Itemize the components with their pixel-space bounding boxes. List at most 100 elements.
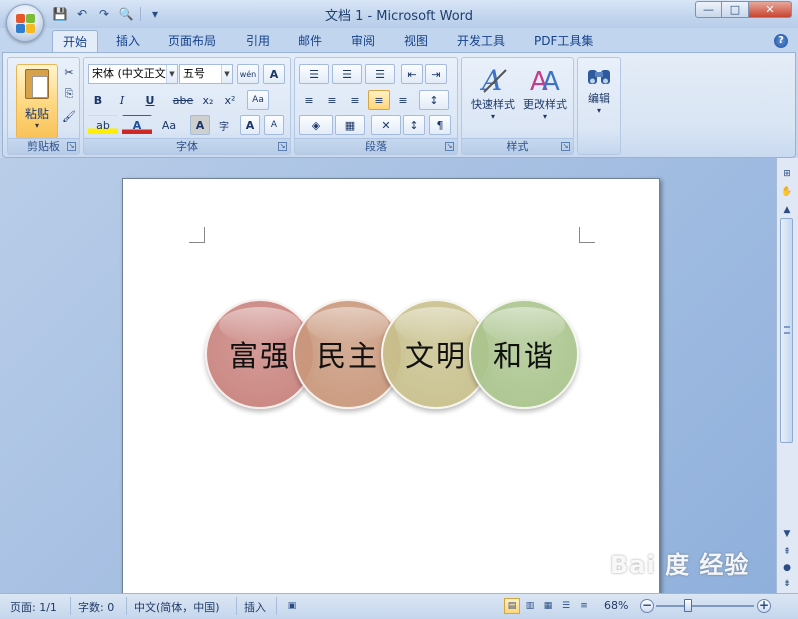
multilevel-list-icon[interactable]: ☰	[365, 64, 395, 84]
scroll-down-icon[interactable]: ▼	[779, 526, 795, 542]
maximize-button[interactable]: □	[722, 1, 749, 18]
chevron-down-icon: ▼	[166, 65, 177, 83]
scrollbar-thumb[interactable]	[780, 218, 793, 443]
full-screen-reading-icon[interactable]: ▥	[522, 598, 538, 614]
justify-icon[interactable]: ≡	[368, 90, 390, 110]
numbering-icon[interactable]: ☰	[332, 64, 362, 84]
change-styles-button[interactable]: A A 更改样式 ▾	[518, 62, 572, 121]
clipboard-launcher-icon[interactable]: ↘	[67, 142, 76, 151]
page-count[interactable]: 页面: 1/1	[10, 599, 57, 615]
select-browse-object-icon[interactable]: ●	[779, 560, 795, 576]
print-layout-view-icon[interactable]: ▤	[504, 598, 520, 614]
char-shading-icon[interactable]: A	[190, 115, 210, 135]
quick-styles-button[interactable]: A 快速样式 ▾	[466, 62, 520, 121]
italic-button[interactable]: I	[112, 90, 132, 110]
shading-icon[interactable]: ◈	[299, 115, 333, 135]
insert-mode[interactable]: 插入	[244, 599, 266, 615]
outline-view-icon[interactable]: ☰	[558, 598, 574, 614]
help-icon[interactable]: ?	[774, 34, 788, 48]
tab-review[interactable]: 审阅	[341, 30, 385, 52]
hand-icon[interactable]: ✋	[779, 184, 795, 200]
font-launcher-icon[interactable]: ↘	[278, 142, 287, 151]
font-group: 宋体 (中文正文) ▼ 五号 ▼ wén A B I U abe x₂ x² A…	[83, 57, 291, 155]
margin-corner-mark	[579, 227, 595, 243]
office-button[interactable]	[6, 4, 44, 42]
paste-dropdown-icon[interactable]: ▾	[17, 121, 57, 130]
align-right-icon[interactable]: ≡	[345, 90, 365, 110]
subscript-button[interactable]: x₂	[198, 90, 218, 110]
draft-view-icon[interactable]: ≡	[576, 598, 592, 614]
close-button[interactable]: ✕	[749, 1, 792, 18]
tab-pdf-tools[interactable]: PDF工具集	[524, 30, 603, 52]
document-area[interactable]: 富强 民主 文明 和谐	[0, 158, 776, 593]
circle-text: 富强	[228, 339, 291, 373]
underline-button[interactable]: U	[136, 90, 164, 110]
minimize-button[interactable]: —	[695, 1, 722, 18]
circle-text: 民主	[316, 339, 379, 373]
tab-mailings[interactable]: 邮件	[288, 30, 332, 52]
shrink-font-icon[interactable]: A	[264, 115, 284, 135]
font-group-label: 字体	[84, 138, 290, 154]
tab-view[interactable]: 视图	[394, 30, 438, 52]
strikethrough-button[interactable]: abe	[170, 90, 196, 110]
ruler-toggle-icon[interactable]: ⊞	[779, 166, 795, 182]
smartart-circles[interactable]: 富强 民主 文明 和谐	[205, 299, 585, 417]
font-name-combo[interactable]: 宋体 (中文正文) ▼	[88, 64, 178, 84]
paste-button[interactable]: 粘贴 ▾	[16, 64, 58, 139]
zoom-slider-track[interactable]	[656, 605, 754, 607]
increase-indent-icon[interactable]: ⇥	[425, 64, 447, 84]
grip-icon	[784, 326, 790, 334]
zoom-in-icon[interactable]: +	[757, 599, 771, 613]
styles-launcher-icon[interactable]: ↘	[561, 142, 570, 151]
sort-icon[interactable]: ↕	[403, 115, 425, 135]
scroll-up-icon[interactable]: ▲	[779, 202, 795, 218]
macro-record-icon[interactable]: ▣	[284, 598, 300, 614]
font-size-combo[interactable]: 五号 ▼	[179, 64, 233, 84]
language-indicator[interactable]: 中文(简体，中国)	[134, 599, 220, 615]
enclose-chars-icon[interactable]: 字	[214, 115, 234, 135]
align-center-icon[interactable]: ≡	[322, 90, 342, 110]
bullets-icon[interactable]: ☰	[299, 64, 329, 84]
font-color-button[interactable]: A	[122, 115, 152, 135]
document-page[interactable]: 富强 民主 文明 和谐	[122, 178, 660, 593]
asian-layout-icon[interactable]: ✕	[371, 115, 401, 135]
tab-home[interactable]: 开始	[52, 30, 99, 52]
bold-button[interactable]: B	[88, 90, 108, 110]
align-left-icon[interactable]: ≡	[299, 90, 319, 110]
next-page-icon[interactable]: ⇟	[779, 576, 795, 592]
superscript-button[interactable]: x²	[220, 90, 240, 110]
highlight-color-button[interactable]: ab	[88, 115, 118, 135]
phonetic-guide-icon[interactable]: wén	[237, 64, 259, 84]
decrease-indent-icon[interactable]: ⇤	[401, 64, 423, 84]
copy-icon[interactable]: ⎘	[60, 84, 78, 104]
clear-formatting-icon[interactable]: Aa	[247, 90, 269, 110]
change-case-button[interactable]: Aa	[154, 115, 184, 135]
line-spacing-icon[interactable]: ↕	[419, 90, 449, 110]
vertical-scrollbar[interactable]: ⊞ ✋ ▲ ▼ ⇞ ● ⇟	[776, 158, 798, 593]
editing-button[interactable]: 编辑 ▾	[580, 62, 618, 115]
tab-insert[interactable]: 插入	[106, 30, 150, 52]
distributed-icon[interactable]: ≡	[393, 90, 413, 110]
tab-page-layout[interactable]: 页面布局	[158, 30, 226, 52]
borders-icon[interactable]: ▦	[335, 115, 365, 135]
paragraph-group: ☰ ☰ ☰ ⇤ ⇥ ≡ ≡ ≡ ≡ ≡ ↕ ◈ ▦ ✕ ↕ ¶ 段落 ↘	[294, 57, 458, 155]
char-border-icon[interactable]: A	[263, 64, 285, 84]
grow-font-icon[interactable]: A	[240, 115, 260, 135]
tab-developer[interactable]: 开发工具	[447, 30, 515, 52]
font-name-value: 宋体 (中文正文)	[92, 67, 171, 80]
status-separator	[236, 597, 237, 615]
zoom-out-icon[interactable]: −	[640, 599, 654, 613]
zoom-slider-knob[interactable]	[684, 599, 692, 612]
circle-shape[interactable]: 和谐	[469, 299, 579, 409]
cut-icon[interactable]: ✂	[60, 62, 78, 82]
quick-styles-label: 快速样式	[471, 98, 515, 111]
word-count[interactable]: 字数: 0	[78, 599, 114, 615]
format-painter-icon[interactable]: 🖌	[60, 106, 78, 126]
web-layout-icon[interactable]: ▦	[540, 598, 556, 614]
office-logo-icon	[16, 14, 36, 34]
tab-references[interactable]: 引用	[236, 30, 280, 52]
previous-page-icon[interactable]: ⇞	[779, 544, 795, 560]
paragraph-launcher-icon[interactable]: ↘	[445, 142, 454, 151]
show-marks-icon[interactable]: ¶	[429, 115, 451, 135]
zoom-level[interactable]: 68%	[604, 599, 628, 612]
